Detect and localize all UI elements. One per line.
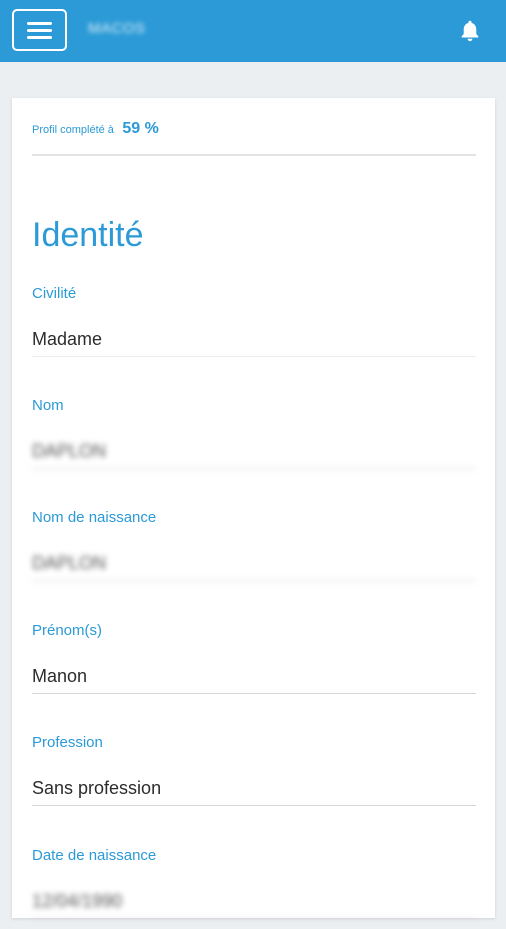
field-prenoms: Prénom(s) — [32, 622, 476, 704]
profile-completion: Profil complété à 59 % — [32, 120, 476, 156]
bell-icon[interactable] — [457, 18, 483, 44]
field-profession: Profession — [32, 734, 476, 816]
field-label: Prénom(s) — [32, 622, 103, 639]
field-label: Profession — [32, 734, 103, 751]
field-label: Civilité — [32, 285, 77, 302]
hamburger-menu-icon-line — [27, 36, 52, 39]
field-civilite: Civilité — [32, 285, 476, 367]
top-app-bar: MACOS — [0, 0, 506, 62]
profile-card: Profil complété à 59 % Identité Civilité… — [12, 98, 495, 919]
prenoms-input[interactable] — [32, 660, 476, 694]
hamburger-menu-icon-line — [27, 29, 52, 32]
field-label: Date de naissance — [32, 847, 157, 864]
field-date-de-naissance: Date de naissance — [32, 847, 476, 929]
app-title: MACOS — [88, 20, 146, 37]
field-nom: Nom — [32, 397, 476, 479]
date-de-naissance-input[interactable] — [32, 885, 476, 919]
field-label: Nom — [32, 397, 64, 414]
completion-label: Profil complété à — [32, 124, 114, 136]
civilite-input[interactable] — [32, 323, 476, 357]
menu-button[interactable] — [12, 9, 67, 51]
hamburger-menu-icon — [27, 22, 52, 25]
field-label: Nom de naissance — [32, 509, 157, 526]
field-nom-de-naissance: Nom de naissance — [32, 509, 476, 591]
nom-input[interactable] — [32, 435, 476, 469]
section-title-identite: Identité — [32, 216, 144, 254]
completion-value: 59 % — [122, 120, 159, 137]
profession-input[interactable] — [32, 772, 476, 806]
nom-de-naissance-input[interactable] — [32, 547, 476, 581]
